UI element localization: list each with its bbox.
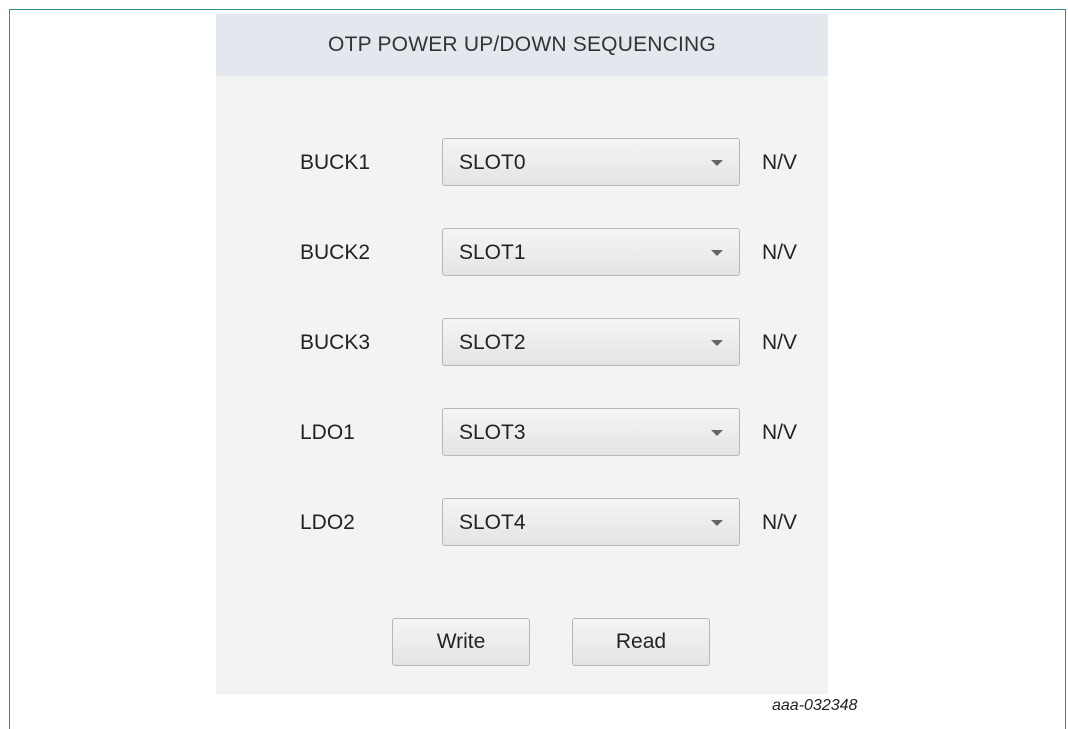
status-buck2: N/V [762, 241, 798, 264]
write-button[interactable]: Write [392, 618, 530, 666]
chevron-down-icon [711, 520, 723, 526]
sequencing-panel: OTP POWER UP/DOWN SEQUENCING BUCK1 SLOT0… [216, 14, 828, 694]
slot-value-buck3: SLOT2 [459, 331, 526, 354]
chevron-down-icon [711, 430, 723, 436]
chevron-down-icon [711, 160, 723, 166]
chevron-down-icon [711, 340, 723, 346]
row-ldo2: LDO2 SLOT4 N/V [216, 498, 828, 548]
rail-label-buck3: BUCK3 [300, 331, 371, 354]
status-ldo2: N/V [762, 511, 798, 534]
slot-dropdown-buck2[interactable]: SLOT1 [442, 228, 740, 276]
slot-dropdown-ldo2[interactable]: SLOT4 [442, 498, 740, 546]
slot-dropdown-ldo1[interactable]: SLOT3 [442, 408, 740, 456]
row-buck2: BUCK2 SLOT1 N/V [216, 228, 828, 278]
slot-dropdown-buck3[interactable]: SLOT2 [442, 318, 740, 366]
rail-label-buck1: BUCK1 [300, 151, 371, 174]
figure-id-label: aaa-032348 [772, 697, 858, 714]
status-buck1: N/V [762, 151, 798, 174]
slot-value-buck1: SLOT0 [459, 151, 526, 174]
slot-value-buck2: SLOT1 [459, 241, 526, 264]
rail-label-ldo1: LDO1 [300, 421, 355, 444]
slot-value-ldo2: SLOT4 [459, 511, 526, 534]
status-buck3: N/V [762, 331, 798, 354]
row-buck1: BUCK1 SLOT0 N/V [216, 138, 828, 188]
panel-title: OTP POWER UP/DOWN SEQUENCING [216, 14, 828, 76]
chevron-down-icon [711, 250, 723, 256]
rail-label-ldo2: LDO2 [300, 511, 355, 534]
status-ldo1: N/V [762, 421, 798, 444]
row-buck3: BUCK3 SLOT2 N/V [216, 318, 828, 368]
slot-value-ldo1: SLOT3 [459, 421, 526, 444]
rail-label-buck2: BUCK2 [300, 241, 371, 264]
read-button[interactable]: Read [572, 618, 710, 666]
slot-dropdown-buck1[interactable]: SLOT0 [442, 138, 740, 186]
row-ldo1: LDO1 SLOT3 N/V [216, 408, 828, 458]
